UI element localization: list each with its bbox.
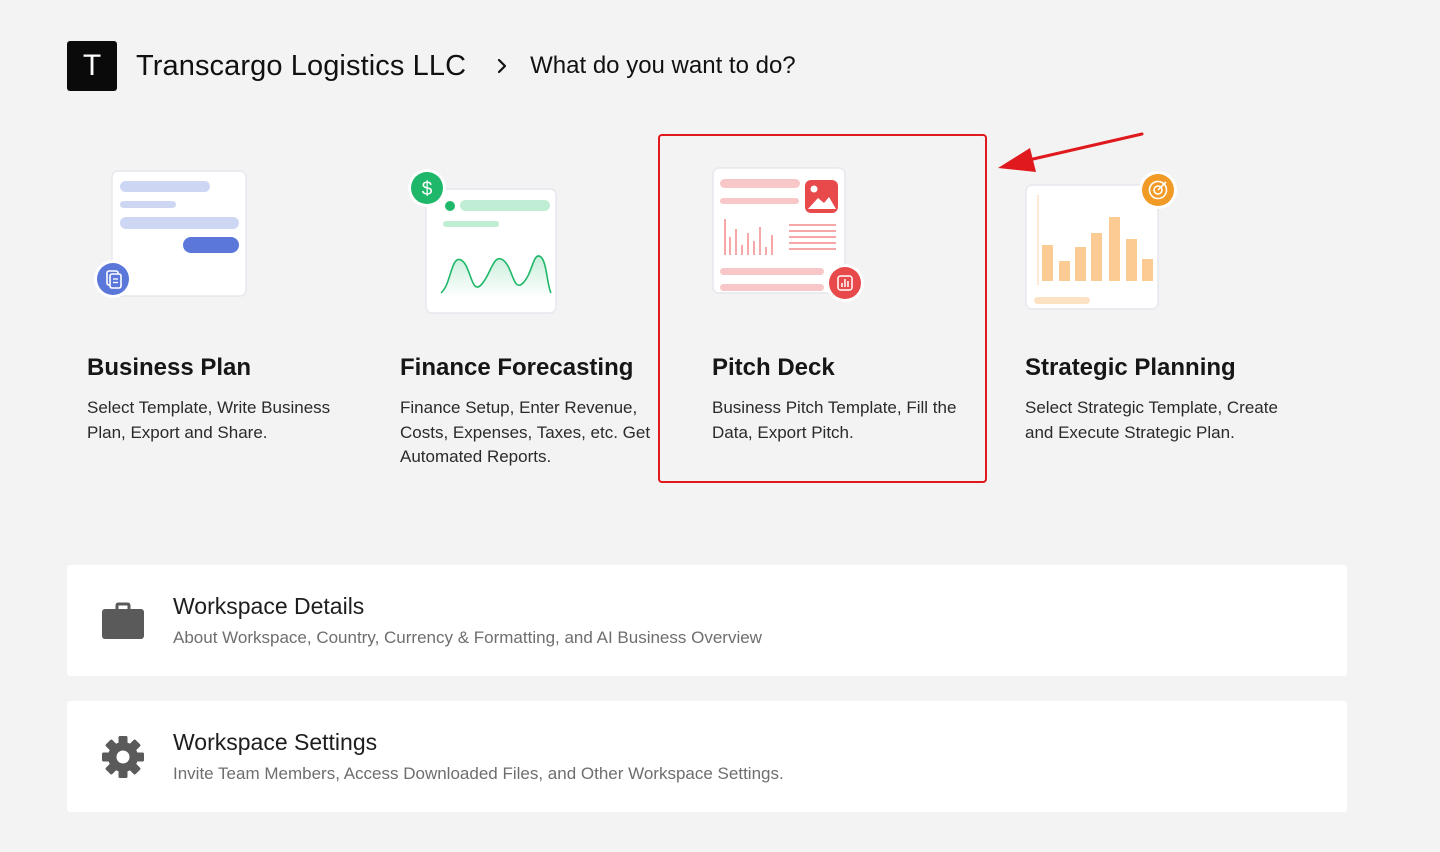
card-title: Strategic Planning — [1025, 354, 1236, 381]
highlight-box — [658, 134, 987, 483]
workspace-details-row[interactable]: Workspace Details About Workspace, Count… — [67, 565, 1347, 676]
workspace-settings-row[interactable]: Workspace Settings Invite Team Members, … — [67, 701, 1347, 812]
finance-forecasting-card[interactable]: $ Finance Forecasting Finance Setup, Ent… — [333, 135, 660, 482]
svg-text:$: $ — [422, 179, 433, 200]
row-description: About Workspace, Country, Currency & For… — [173, 628, 762, 647]
page-title: What do you want to do? — [530, 52, 796, 79]
workspace-avatar[interactable]: T — [67, 41, 117, 91]
gear-icon — [102, 736, 144, 778]
card-title: Business Plan — [87, 354, 252, 381]
page-header: T Transcargo Logistics LLC What do you w… — [67, 41, 796, 91]
card-description: Select Strategic Template, Create and Ex… — [1025, 398, 1278, 442]
row-title: Workspace Settings — [173, 729, 378, 755]
business-plan-card[interactable]: Business Plan Select Template, Write Bus… — [20, 135, 347, 482]
annotation-arrow-icon — [998, 132, 1144, 172]
strategic-planning-card[interactable]: Strategic Planning Select Strategic Temp… — [958, 135, 1285, 482]
card-description: Select Template, Write Business Plan, Ex… — [87, 398, 331, 442]
row-title: Workspace Details — [173, 593, 365, 619]
company-name[interactable]: Transcargo Logistics LLC — [136, 50, 466, 83]
card-description: Finance Setup, Enter Revenue, Costs, Exp… — [400, 398, 651, 466]
row-description: Invite Team Members, Access Downloaded F… — [173, 764, 784, 783]
card-title: Finance Forecasting — [400, 354, 634, 381]
business-plan-illustration — [94, 170, 247, 298]
document-icon — [94, 260, 132, 298]
finance-forecasting-illustration: $ — [408, 169, 557, 314]
dollar-icon: $ — [408, 169, 446, 207]
briefcase-icon — [102, 602, 144, 639]
chevron-right-icon — [490, 54, 514, 78]
